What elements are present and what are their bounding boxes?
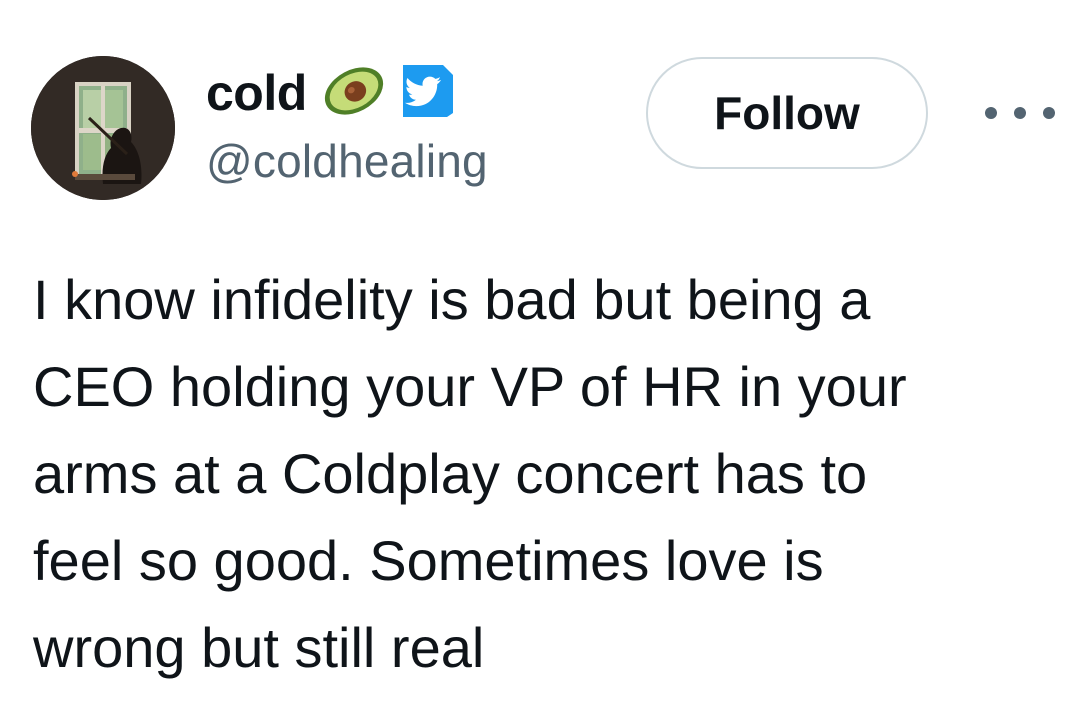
- tweet-text-line: I know infidelity is bad but being a: [33, 268, 871, 331]
- tweet-text-line: feel so good. Sometimes love is: [33, 529, 824, 592]
- more-dot: [985, 107, 997, 119]
- tweet-text-line: CEO holding your VP of HR in your: [33, 355, 907, 418]
- avatar[interactable]: [31, 56, 175, 200]
- follow-button[interactable]: Follow: [646, 57, 928, 169]
- author-display-name[interactable]: cold: [206, 68, 307, 118]
- author-handle[interactable]: @coldhealing: [206, 138, 488, 184]
- tweet-text: I know infidelity is bad but being a CEO…: [33, 256, 1033, 691]
- tweet-text-line: wrong but still real: [33, 616, 485, 679]
- more-dot: [1014, 107, 1026, 119]
- more-horizontal-icon[interactable]: [985, 94, 1055, 132]
- twitter-bird-badge-icon[interactable]: [397, 63, 455, 124]
- more-dot: [1043, 107, 1055, 119]
- avocado-icon: [321, 65, 387, 122]
- tweet-text-line: arms at a Coldplay concert has to: [33, 442, 868, 505]
- author-name-row: cold: [206, 62, 455, 124]
- avatar-image: [31, 56, 175, 200]
